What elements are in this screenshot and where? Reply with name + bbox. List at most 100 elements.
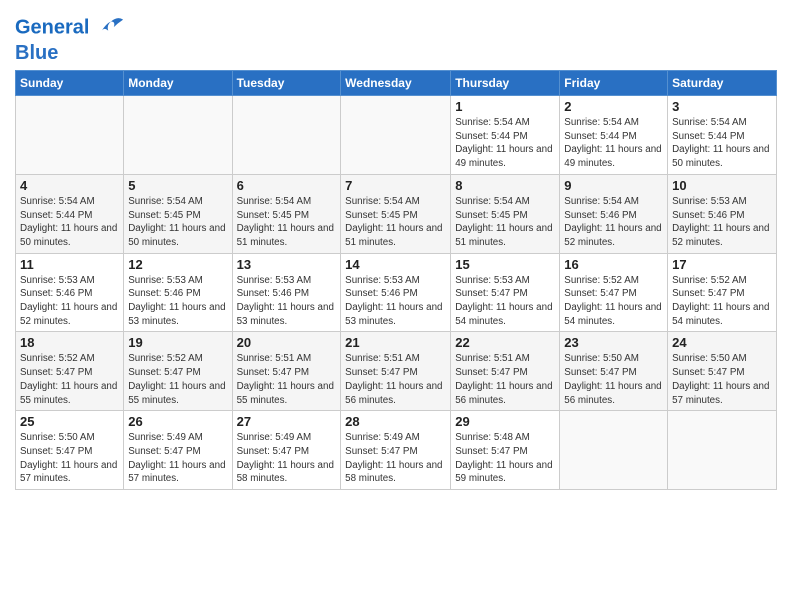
day-cell: 4 Sunrise: 5:54 AM Sunset: 5:44 PM Daylig… [16,174,124,253]
day-cell: 3 Sunrise: 5:54 AM Sunset: 5:44 PM Daylig… [668,96,777,175]
day-number: 18 [20,335,119,350]
day-info: Sunrise: 5:50 AM Sunset: 5:47 PM Dayligh… [20,431,119,486]
day-number: 25 [20,414,119,429]
header-cell-monday: Monday [124,71,232,96]
day-number: 10 [672,178,772,193]
day-cell: 18 Sunrise: 5:52 AM Sunset: 5:47 PM Dayli… [16,332,124,411]
day-cell: 1 Sunrise: 5:54 AM Sunset: 5:44 PM Daylig… [451,96,560,175]
day-cell: 10 Sunrise: 5:53 AM Sunset: 5:46 PM Dayli… [668,174,777,253]
day-number: 22 [455,335,555,350]
day-info: Sunrise: 5:48 AM Sunset: 5:47 PM Dayligh… [455,431,555,486]
calendar-table: SundayMondayTuesdayWednesdayThursdayFrid… [15,70,777,490]
header: General Blue [15,10,777,64]
day-info: Sunrise: 5:54 AM Sunset: 5:44 PM Dayligh… [564,116,663,171]
day-cell: 7 Sunrise: 5:54 AM Sunset: 5:45 PM Daylig… [341,174,451,253]
day-info: Sunrise: 5:54 AM Sunset: 5:44 PM Dayligh… [20,195,119,250]
header-cell-saturday: Saturday [668,71,777,96]
day-number: 5 [128,178,227,193]
day-info: Sunrise: 5:54 AM Sunset: 5:45 PM Dayligh… [345,195,446,250]
day-cell [16,96,124,175]
day-info: Sunrise: 5:52 AM Sunset: 5:47 PM Dayligh… [128,352,227,407]
day-cell: 26 Sunrise: 5:49 AM Sunset: 5:47 PM Dayli… [124,411,232,490]
day-number: 12 [128,257,227,272]
day-info: Sunrise: 5:53 AM Sunset: 5:47 PM Dayligh… [455,274,555,329]
day-number: 4 [20,178,119,193]
day-cell: 21 Sunrise: 5:51 AM Sunset: 5:47 PM Dayli… [341,332,451,411]
calendar-body: 1 Sunrise: 5:54 AM Sunset: 5:44 PM Daylig… [16,96,777,490]
day-cell [668,411,777,490]
logo-bird-icon [97,14,125,42]
day-cell: 24 Sunrise: 5:50 AM Sunset: 5:47 PM Dayli… [668,332,777,411]
week-row-2: 4 Sunrise: 5:54 AM Sunset: 5:44 PM Daylig… [16,174,777,253]
day-info: Sunrise: 5:53 AM Sunset: 5:46 PM Dayligh… [20,274,119,329]
header-cell-wednesday: Wednesday [341,71,451,96]
day-info: Sunrise: 5:54 AM Sunset: 5:44 PM Dayligh… [455,116,555,171]
day-number: 7 [345,178,446,193]
day-number: 27 [237,414,337,429]
day-number: 26 [128,414,227,429]
day-cell: 11 Sunrise: 5:53 AM Sunset: 5:46 PM Dayli… [16,253,124,332]
day-info: Sunrise: 5:53 AM Sunset: 5:46 PM Dayligh… [345,274,446,329]
day-cell: 13Sunrise: 5:53 AM Sunset: 5:46 PM Dayli… [232,253,341,332]
day-cell: 8Sunrise: 5:54 AM Sunset: 5:45 PM Daylig… [451,174,560,253]
day-info: Sunrise: 5:49 AM Sunset: 5:47 PM Dayligh… [128,431,227,486]
calendar-header: SundayMondayTuesdayWednesdayThursdayFrid… [16,71,777,96]
day-cell: 15 Sunrise: 5:53 AM Sunset: 5:47 PM Dayli… [451,253,560,332]
day-info: Sunrise: 5:49 AM Sunset: 5:47 PM Dayligh… [237,431,337,486]
week-row-4: 18 Sunrise: 5:52 AM Sunset: 5:47 PM Dayli… [16,332,777,411]
day-info: Sunrise: 5:53 AM Sunset: 5:46 PM Dayligh… [128,274,227,329]
day-info: Sunrise: 5:52 AM Sunset: 5:47 PM Dayligh… [564,274,663,329]
day-info: Sunrise: 5:53 AM Sunset: 5:46 PM Dayligh… [672,195,772,250]
day-cell: 9 Sunrise: 5:54 AM Sunset: 5:46 PM Daylig… [560,174,668,253]
day-number: 20 [237,335,337,350]
day-number: 16 [564,257,663,272]
day-cell: 12 Sunrise: 5:53 AM Sunset: 5:46 PM Dayli… [124,253,232,332]
day-cell: 5 Sunrise: 5:54 AM Sunset: 5:45 PM Daylig… [124,174,232,253]
day-cell: 25 Sunrise: 5:50 AM Sunset: 5:47 PM Dayli… [16,411,124,490]
day-info: Sunrise: 5:54 AM Sunset: 5:45 PM Dayligh… [237,195,337,250]
day-cell: 28 Sunrise: 5:49 AM Sunset: 5:47 PM Dayli… [341,411,451,490]
day-number: 19 [128,335,227,350]
day-cell: 2 Sunrise: 5:54 AM Sunset: 5:44 PM Daylig… [560,96,668,175]
day-info: Sunrise: 5:50 AM Sunset: 5:47 PM Dayligh… [564,352,663,407]
day-info: Sunrise: 5:51 AM Sunset: 5:47 PM Dayligh… [345,352,446,407]
day-cell: 16 Sunrise: 5:52 AM Sunset: 5:47 PM Dayli… [560,253,668,332]
day-info: Sunrise: 5:51 AM Sunset: 5:47 PM Dayligh… [455,352,555,407]
day-info: Sunrise: 5:54 AM Sunset: 5:44 PM Dayligh… [672,116,772,171]
day-cell: 29Sunrise: 5:48 AM Sunset: 5:47 PM Dayli… [451,411,560,490]
day-number: 17 [672,257,772,272]
day-cell: 6 Sunrise: 5:54 AM Sunset: 5:45 PM Daylig… [232,174,341,253]
day-info: Sunrise: 5:54 AM Sunset: 5:46 PM Dayligh… [564,195,663,250]
day-number: 15 [455,257,555,272]
header-cell-friday: Friday [560,71,668,96]
header-cell-tuesday: Tuesday [232,71,341,96]
day-info: Sunrise: 5:54 AM Sunset: 5:45 PM Dayligh… [128,195,227,250]
week-row-3: 11 Sunrise: 5:53 AM Sunset: 5:46 PM Dayli… [16,253,777,332]
header-cell-sunday: Sunday [16,71,124,96]
day-cell: 19 Sunrise: 5:52 AM Sunset: 5:47 PM Dayli… [124,332,232,411]
day-cell: 22 Sunrise: 5:51 AM Sunset: 5:47 PM Dayli… [451,332,560,411]
day-number: 14 [345,257,446,272]
header-row: SundayMondayTuesdayWednesdayThursdayFrid… [16,71,777,96]
day-info: Sunrise: 5:52 AM Sunset: 5:47 PM Dayligh… [20,352,119,407]
day-cell: 20 Sunrise: 5:51 AM Sunset: 5:47 PM Dayli… [232,332,341,411]
day-number: 11 [20,257,119,272]
day-info: Sunrise: 5:51 AM Sunset: 5:47 PM Dayligh… [237,352,337,407]
day-cell [124,96,232,175]
day-number: 1 [455,99,555,114]
day-number: 2 [564,99,663,114]
day-info: Sunrise: 5:50 AM Sunset: 5:47 PM Dayligh… [672,352,772,407]
day-number: 21 [345,335,446,350]
day-number: 3 [672,99,772,114]
day-number: 24 [672,335,772,350]
header-cell-thursday: Thursday [451,71,560,96]
day-info: Sunrise: 5:49 AM Sunset: 5:47 PM Dayligh… [345,431,446,486]
day-number: 23 [564,335,663,350]
day-number: 6 [237,178,337,193]
day-number: 9 [564,178,663,193]
day-number: 28 [345,414,446,429]
day-number: 8 [455,178,555,193]
day-cell [341,96,451,175]
day-info: Sunrise: 5:52 AM Sunset: 5:47 PM Dayligh… [672,274,772,329]
day-info: Sunrise: 5:53 AM Sunset: 5:46 PM Dayligh… [237,274,337,329]
